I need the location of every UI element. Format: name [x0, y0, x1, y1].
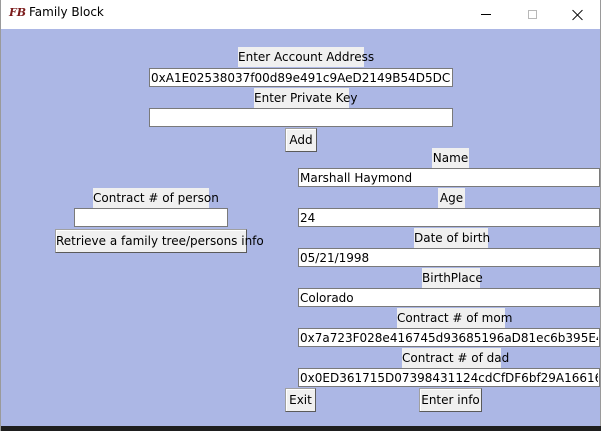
- age-label: Age: [438, 188, 465, 208]
- minimize-button[interactable]: [463, 0, 509, 29]
- name-field[interactable]: [298, 168, 600, 187]
- exit-button[interactable]: Exit: [285, 388, 316, 412]
- account-address-field[interactable]: [149, 68, 453, 87]
- person-contract-label: Contract # of person: [93, 188, 219, 208]
- app-window: FB Family Block Enter Account Address En…: [0, 0, 601, 431]
- app-icon: FB: [9, 6, 27, 19]
- title-bar[interactable]: FB Family Block: [1, 0, 600, 29]
- add-button[interactable]: Add: [285, 128, 317, 152]
- dad-contract-label: Contract # of dad: [402, 348, 509, 368]
- person-contract-field[interactable]: [74, 208, 228, 227]
- retrieve-info-button[interactable]: Retrieve a family tree/persons info: [55, 229, 264, 253]
- minimize-icon: [481, 14, 491, 15]
- close-button[interactable]: [555, 0, 601, 29]
- mom-contract-field[interactable]: [298, 328, 600, 347]
- date-of-birth-label: Date of birth: [414, 228, 490, 248]
- close-icon: [572, 9, 584, 21]
- maximize-icon: [527, 10, 537, 19]
- private-key-label: Enter Private Key: [254, 88, 357, 108]
- dad-contract-field[interactable]: [298, 368, 600, 387]
- private-key-field[interactable]: [149, 108, 453, 127]
- age-field[interactable]: [298, 208, 600, 227]
- mom-contract-label: Contract # of mom: [397, 308, 512, 328]
- maximize-button[interactable]: [509, 0, 555, 29]
- enter-info-button[interactable]: Enter info: [419, 388, 482, 412]
- main-panel: Enter Account Address Enter Private Key …: [1, 29, 600, 426]
- birthplace-label: BirthPlace: [422, 268, 483, 288]
- birthplace-field[interactable]: [298, 288, 600, 307]
- window-title: Family Block: [29, 5, 104, 19]
- account-address-label: Enter Account Address: [238, 47, 374, 67]
- window-bottom-edge: [1, 426, 601, 431]
- name-label: Name: [432, 148, 469, 168]
- date-of-birth-field[interactable]: [298, 248, 600, 267]
